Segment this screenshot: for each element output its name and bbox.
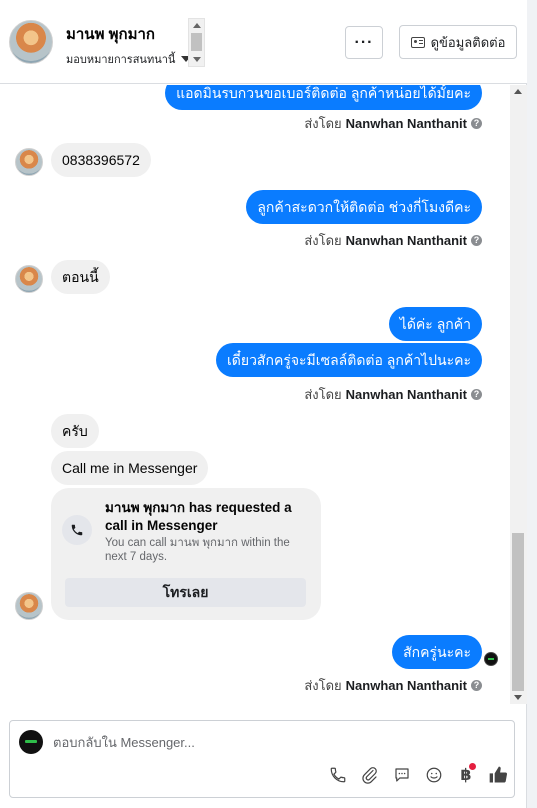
help-icon[interactable]: ?	[471, 118, 482, 129]
contact-avatar-small	[15, 592, 43, 620]
emoji-icon[interactable]	[418, 763, 450, 787]
reply-input[interactable]	[53, 735, 453, 750]
contact-avatar-small	[15, 265, 43, 293]
scroll-up-icon[interactable]	[193, 23, 201, 28]
reply-composer: ฿	[9, 720, 515, 798]
conversation-header: มานพ พุกมาก มอบหมายการสนทนานี้ ··· ดูข้อ…	[0, 0, 527, 84]
scroll-down-icon[interactable]	[193, 57, 201, 62]
seen-indicator-avatar	[484, 652, 498, 666]
header-scrollbar[interactable]	[188, 18, 205, 67]
contact-avatar-small	[15, 148, 43, 176]
view-contact-button[interactable]: ดูข้อมูลติดต่อ	[399, 25, 517, 59]
agent-name: Nanwhan Nanthanit	[345, 387, 467, 402]
call-request-title: มานพ พุกมาก has requested a call in Mess…	[105, 500, 292, 533]
sent-by-label: ส่งโดย Nanwhan Nanthanit ?	[304, 675, 482, 696]
sent-by-label: ส่งโดย Nanwhan Nanthanit ?	[304, 384, 482, 405]
agent-name: Nanwhan Nanthanit	[345, 233, 467, 248]
phone-icon	[62, 515, 92, 545]
scrollbar-thumb[interactable]	[512, 533, 524, 691]
message-list: แอดมินรบกวนขอเบอร์ติดต่อ ลูกค้าหน่อยได้ม…	[0, 85, 510, 704]
contact-card-icon	[410, 36, 425, 48]
agent-name: Nanwhan Nanthanit	[345, 678, 467, 693]
message-bubble-outgoing[interactable]: ลูกค้าสะดวกให้ติดต่อ ช่วงกี่โมงดีคะ	[246, 190, 482, 224]
composer-toolbar: ฿	[322, 763, 514, 787]
contact-name[interactable]: มานพ พุกมาก	[66, 22, 155, 46]
agent-name: Nanwhan Nanthanit	[345, 116, 467, 131]
paperclip-icon[interactable]	[354, 763, 386, 787]
message-bubble-outgoing[interactable]: แอดมินรบกวนขอเบอร์ติดต่อ ลูกค้าหน่อยได้ม…	[165, 85, 482, 110]
contact-avatar[interactable]	[9, 20, 53, 64]
message-bubble-incoming[interactable]: ครับ	[51, 414, 99, 448]
saved-reply-icon[interactable]	[386, 763, 418, 787]
help-icon[interactable]: ?	[471, 235, 482, 246]
message-bubble-incoming[interactable]: 0838396572	[51, 143, 151, 177]
call-request-subtitle: You can call มานพ พุกมาก within the next…	[105, 537, 290, 563]
scroll-down-icon[interactable]	[514, 695, 522, 700]
message-bubble-outgoing[interactable]: สักครู่นะคะ	[392, 635, 482, 669]
messages-scrollbar[interactable]	[510, 85, 527, 704]
phone-icon[interactable]	[322, 763, 354, 787]
view-contact-label: ดูข้อมูลติดต่อ	[430, 34, 506, 50]
call-now-button[interactable]: โทรเลย	[65, 578, 306, 607]
page-avatar	[19, 730, 43, 754]
notification-dot	[469, 763, 476, 770]
assign-label: มอบหมายการสนทนานี้	[66, 54, 176, 66]
message-bubble-incoming[interactable]: Call me in Messenger	[51, 451, 209, 485]
message-bubble-incoming[interactable]: ตอนนี้	[51, 260, 110, 294]
help-icon[interactable]: ?	[471, 389, 482, 400]
sent-by-label: ส่งโดย Nanwhan Nanthanit ?	[304, 230, 482, 251]
like-icon[interactable]	[482, 763, 514, 787]
scrollbar-thumb[interactable]	[191, 33, 202, 51]
help-icon[interactable]: ?	[471, 680, 482, 691]
call-request-card: มานพ พุกมาก has requested a call in Mess…	[51, 488, 321, 620]
sent-by-label: ส่งโดย Nanwhan Nanthanit ?	[304, 113, 482, 134]
assign-conversation-dropdown[interactable]: มอบหมายการสนทนานี้	[66, 50, 192, 68]
conversation-panel: มานพ พุกมาก มอบหมายการสนทนานี้ ··· ดูข้อ…	[0, 0, 527, 808]
more-options-button[interactable]: ···	[345, 26, 383, 59]
message-bubble-outgoing[interactable]: เดี๋ยวสักครู่จะมีเซลล์ติดต่อ ลูกค้าไปนะค…	[215, 343, 482, 377]
scroll-up-icon[interactable]	[514, 89, 522, 94]
message-bubble-outgoing[interactable]: ได้ค่ะ ลูกค้า	[388, 307, 482, 341]
baht-icon[interactable]: ฿	[450, 763, 482, 787]
